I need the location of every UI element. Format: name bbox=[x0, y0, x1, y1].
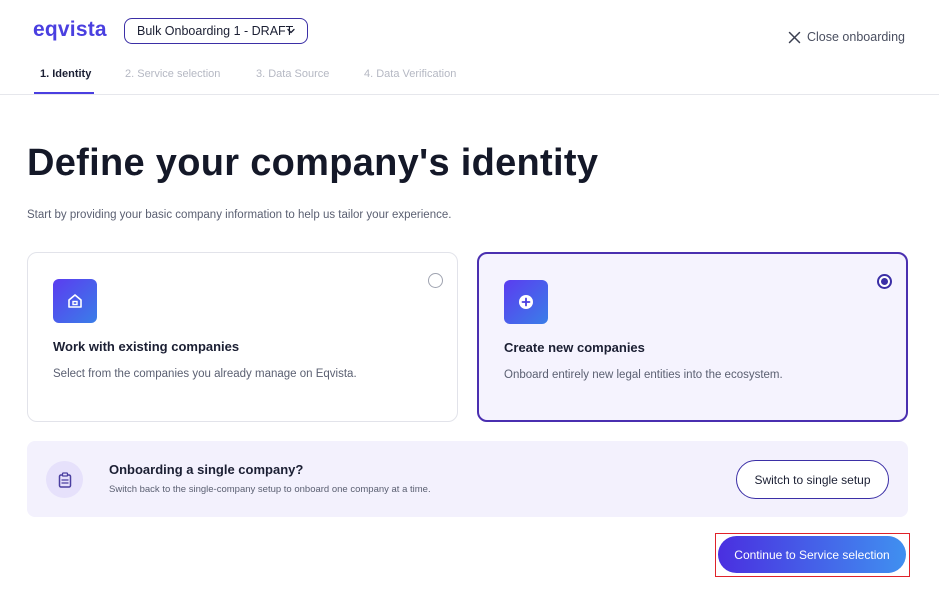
active-tab-indicator bbox=[34, 92, 94, 94]
eqvista-logo: eqvista bbox=[33, 18, 107, 41]
option-radio-selected[interactable] bbox=[877, 274, 892, 289]
option-title: Create new companies bbox=[504, 340, 645, 355]
page-title: Define your company's identity bbox=[27, 142, 599, 184]
option-card-existing-companies[interactable]: Work with existing companies Select from… bbox=[27, 252, 458, 422]
option-radio[interactable] bbox=[428, 273, 443, 288]
home-icon bbox=[68, 294, 82, 308]
close-onboarding-label: Close onboarding bbox=[807, 30, 905, 44]
onboarding-draft-select[interactable]: Bulk Onboarding 1 - DRAFT bbox=[124, 18, 308, 44]
tab-service-selection[interactable]: 2. Service selection bbox=[125, 68, 220, 80]
plus-circle-icon-box bbox=[504, 280, 548, 324]
continue-to-service-selection-button[interactable]: Continue to Service selection bbox=[718, 536, 906, 573]
single-company-banner: Onboarding a single company? Switch back… bbox=[27, 441, 908, 517]
draft-select-label: Bulk Onboarding 1 - DRAFT bbox=[137, 24, 294, 38]
option-description: Onboard entirely new legal entities into… bbox=[504, 369, 783, 381]
plus-circle-icon bbox=[519, 295, 533, 309]
option-title: Work with existing companies bbox=[53, 339, 240, 354]
clipboard-icon bbox=[58, 471, 71, 488]
home-icon-box bbox=[53, 279, 97, 323]
close-onboarding-button[interactable]: Close onboarding bbox=[788, 30, 905, 44]
tab-data-source[interactable]: 3. Data Source bbox=[256, 68, 329, 80]
close-icon bbox=[788, 31, 801, 43]
continue-highlight-box: Continue to Service selection bbox=[715, 533, 910, 577]
banner-description: Switch back to the single-company setup … bbox=[109, 484, 431, 495]
option-card-new-companies[interactable]: Create new companies Onboard entirely ne… bbox=[477, 252, 908, 422]
chevron-down-icon bbox=[287, 28, 295, 34]
banner-title: Onboarding a single company? bbox=[109, 462, 304, 477]
page-subtitle: Start by providing your basic company in… bbox=[27, 209, 452, 221]
step-tabs: 1. Identity 2. Service selection 3. Data… bbox=[0, 60, 939, 95]
tab-identity[interactable]: 1. Identity bbox=[40, 68, 91, 80]
clipboard-icon-circle bbox=[46, 461, 83, 498]
option-description: Select from the companies you already ma… bbox=[53, 368, 357, 380]
tab-data-verification[interactable]: 4. Data Verification bbox=[364, 68, 456, 80]
switch-to-single-setup-button[interactable]: Switch to single setup bbox=[736, 460, 889, 499]
